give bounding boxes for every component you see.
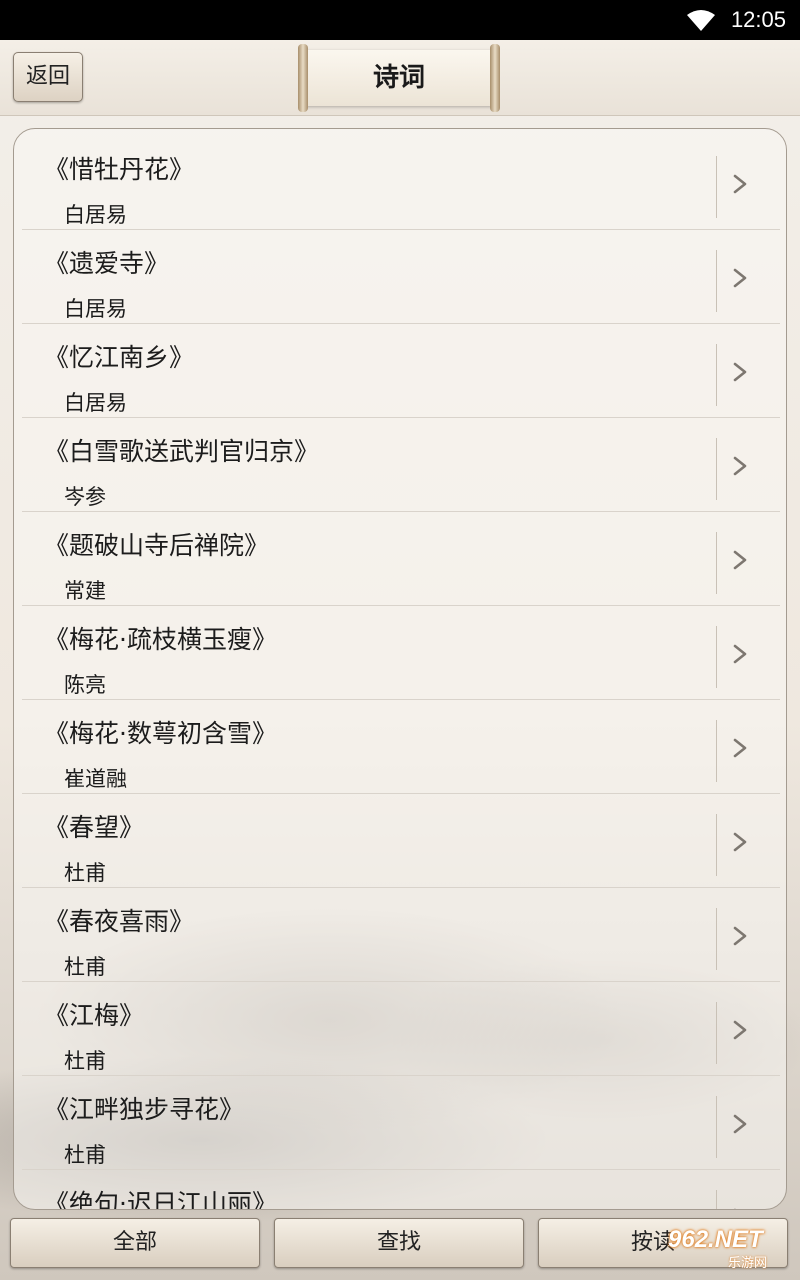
chevron-right-icon: [733, 268, 747, 288]
list-item[interactable]: 《惜牡丹花》白居易: [22, 136, 780, 230]
list-item[interactable]: 《梅花·疏枝横玉瘦》陈亮: [22, 606, 780, 700]
list-item[interactable]: 《江畔独步寻花》杜甫: [22, 1076, 780, 1170]
list-item[interactable]: 《题破山寺后禅院》常建: [22, 512, 780, 606]
chevron-right-icon: [733, 362, 747, 382]
chevron-right-icon: [733, 456, 747, 476]
poem-author: 白居易: [64, 297, 127, 321]
list-item[interactable]: 《白雪歌送武判官归京》岑参: [22, 418, 780, 512]
chevron-right-icon: [733, 832, 747, 852]
poem-author: 崔道融: [64, 767, 127, 791]
row-divider: [716, 1190, 717, 1209]
list-item[interactable]: 《春望》杜甫: [22, 794, 780, 888]
poem-title: 《江畔独步寻花》: [44, 1095, 245, 1124]
poem-author: 岑参: [64, 485, 106, 509]
row-divider: [716, 344, 717, 406]
row-divider: [716, 250, 717, 312]
all-button[interactable]: 全部: [10, 1218, 260, 1268]
search-button[interactable]: 查找: [274, 1218, 524, 1268]
chevron-right-icon: [733, 738, 747, 758]
list-item[interactable]: 《春夜喜雨》杜甫: [22, 888, 780, 982]
row-divider: [716, 156, 717, 218]
list-item[interactable]: 《梅花·数萼初含雪》崔道融: [22, 700, 780, 794]
chevron-right-icon: [733, 1020, 747, 1040]
chevron-right-icon: [733, 174, 747, 194]
poem-author: 杜甫: [64, 955, 106, 979]
row-divider: [716, 438, 717, 500]
row-divider: [716, 908, 717, 970]
scroll-title-banner: 诗词: [298, 44, 500, 112]
poem-author: 杜甫: [64, 861, 106, 885]
list-item[interactable]: 《江梅》杜甫: [22, 982, 780, 1076]
poem-author: 白居易: [64, 203, 127, 227]
clock: 12:05: [730, 7, 786, 32]
row-divider: [716, 720, 717, 782]
poem-title: 《忆江南乡》: [44, 343, 195, 372]
watermark-text: 962.NET: [668, 1226, 763, 1253]
row-divider: [716, 814, 717, 876]
poem-title: 《题破山寺后禅院》: [44, 531, 270, 560]
poem-author: 常建: [64, 579, 106, 603]
poem-title: 《绝句·迟日江山丽》: [44, 1189, 277, 1210]
list-item[interactable]: 《绝句·迟日江山丽》: [22, 1170, 780, 1210]
title-bar: 返回 诗词: [0, 40, 800, 116]
row-divider: [716, 1002, 717, 1064]
watermark-logo: 962.NET 乐游网: [668, 1226, 796, 1271]
poem-title: 《遗爱寺》: [44, 249, 170, 278]
poem-author: 陈亮: [64, 673, 106, 697]
status-bar: 12:05: [0, 0, 800, 40]
poem-title: 《春夜喜雨》: [44, 907, 195, 936]
poem-list[interactable]: 《惜牡丹花》 白居易 《遗爱寺》 白居易 《忆江南乡》 白居易 《白雪歌送武判官归京》 岑参《…: [13, 128, 787, 1210]
list-item[interactable]: 《遗爱寺》白居易: [22, 230, 780, 324]
watermark-subtext: 乐游网: [728, 1256, 768, 1271]
poem-author: 杜甫: [64, 1049, 106, 1073]
poem-title: 《梅花·疏枝横玉瘦》: [44, 625, 277, 654]
chevron-right-icon: [733, 644, 747, 664]
poem-author: 白居易: [64, 391, 127, 415]
chevron-right-icon: [733, 926, 747, 946]
row-divider: [716, 626, 717, 688]
poem-title: 《白雪歌送武判官归京》: [44, 437, 320, 466]
chevron-right-icon: [734, 1208, 736, 1209]
poem-title: 《惜牡丹花》: [44, 155, 195, 184]
chevron-right-icon: [733, 1114, 747, 1134]
row-divider: [716, 532, 717, 594]
list-item[interactable]: 《忆江南乡》白居易: [22, 324, 780, 418]
poem-author: 杜甫: [64, 1143, 106, 1167]
back-button[interactable]: 返回: [13, 52, 83, 102]
wifi-icon: [687, 10, 715, 31]
page-title: 诗词: [372, 63, 425, 93]
poem-title: 《梅花·数萼初含雪》: [44, 719, 277, 748]
chevron-right-icon: [733, 550, 747, 570]
poem-title: 《江梅》: [44, 1001, 145, 1030]
poem-title: 《春望》: [44, 813, 145, 842]
row-divider: [716, 1096, 717, 1158]
